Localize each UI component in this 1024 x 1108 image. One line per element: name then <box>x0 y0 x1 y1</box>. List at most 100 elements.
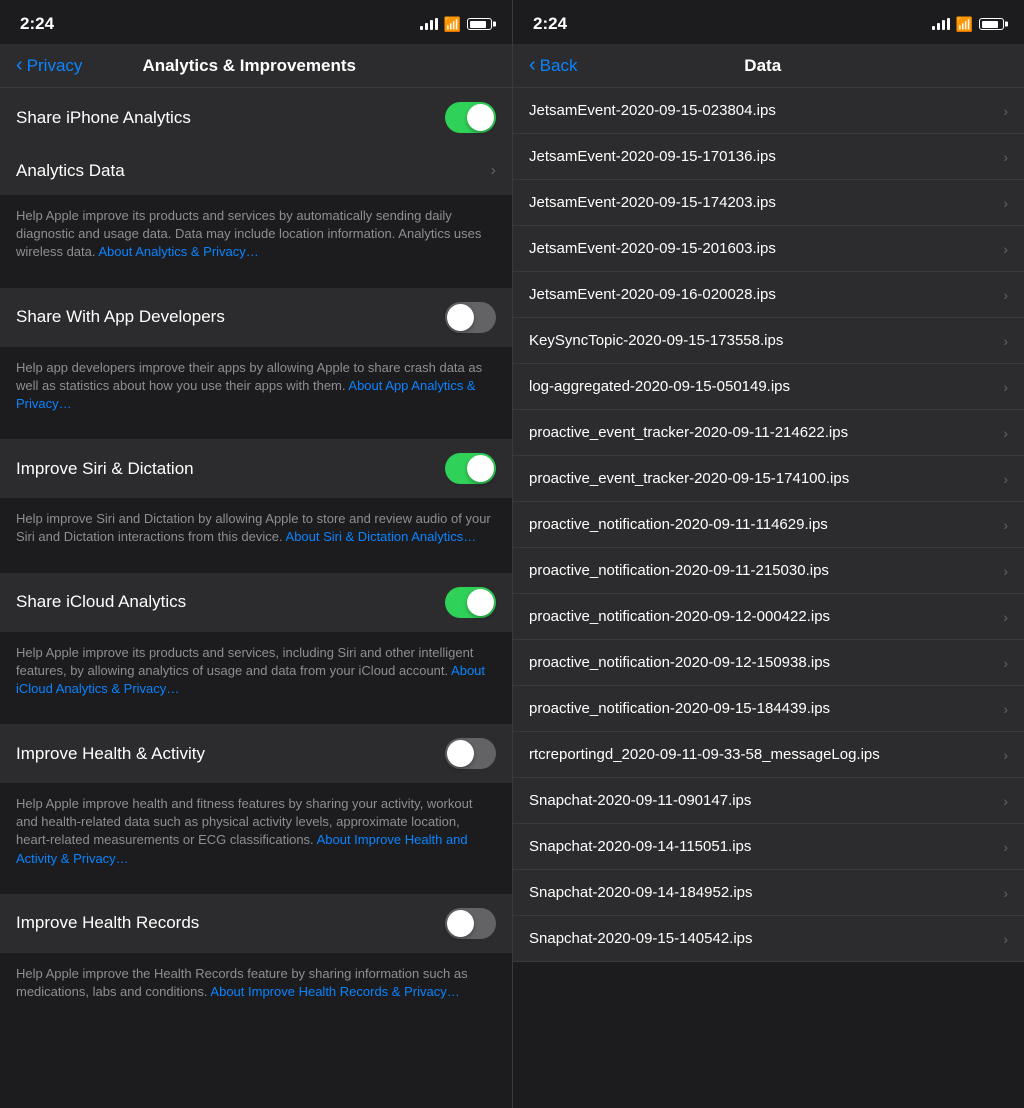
list-item[interactable]: JetsamEvent-2020-09-16-020028.ips› <box>513 272 1024 318</box>
improve-health-section: Improve Health & Activity <box>0 724 512 783</box>
list-item[interactable]: KeySyncTopic-2020-09-15-173558.ips › <box>513 318 1024 364</box>
improve-health-records-link[interactable]: About Improve Health Records & Privacy… <box>210 984 459 999</box>
data-item-chevron: › <box>1003 425 1008 441</box>
toggle-knob-3 <box>467 455 494 482</box>
share-icloud-row[interactable]: Share iCloud Analytics <box>0 573 512 632</box>
list-item[interactable]: JetsamEvent-2020-09-15-174203.ips › <box>513 180 1024 226</box>
list-item[interactable]: JetsamEvent-2020-09-15-170136.ips› <box>513 134 1024 180</box>
data-item-label: JetsamEvent-2020-09-15-174203.ips <box>529 194 995 211</box>
improve-health-records-toggle[interactable] <box>445 908 496 939</box>
list-item[interactable]: Snapchat-2020-09-11-090147.ips› <box>513 778 1024 824</box>
data-item-chevron: › <box>1003 471 1008 487</box>
share-icloud-label: Share iCloud Analytics <box>16 592 186 612</box>
analytics-description-block: Help Apple improve its products and serv… <box>0 195 512 278</box>
list-item[interactable]: Snapchat-2020-09-15-140542.ips › <box>513 916 1024 962</box>
list-item[interactable]: proactive_notification-2020-09-11-114629… <box>513 502 1024 548</box>
list-item[interactable]: proactive_notification-2020-09-12-150938… <box>513 640 1024 686</box>
battery-icon-left <box>467 18 492 30</box>
status-icons-left: 📶 <box>420 16 492 33</box>
data-item-label: proactive_notification-2020-09-11-114629… <box>529 516 995 533</box>
improve-health-description-text: Help Apple improve health and fitness fe… <box>16 796 472 866</box>
share-icloud-toggle[interactable] <box>445 587 496 618</box>
page-title-left: Analytics & Improvements <box>2 56 496 76</box>
share-developers-toggle[interactable] <box>445 302 496 333</box>
data-item-label: Snapchat-2020-09-11-090147.ips <box>529 792 995 809</box>
data-item-chevron: › <box>1003 103 1008 119</box>
improve-siri-description-text: Help improve Siri and Dictation by allow… <box>16 511 491 544</box>
improve-health-records-description-text: Help Apple improve the Health Records fe… <box>16 966 468 999</box>
share-developers-section: Share With App Developers <box>0 288 512 347</box>
improve-siri-description-block: Help improve Siri and Dictation by allow… <box>0 498 512 562</box>
list-item[interactable]: Snapchat-2020-09-14-184952.ips › <box>513 870 1024 916</box>
toggle-knob-5 <box>447 740 474 767</box>
data-item-label: JetsamEvent-2020-09-16-020028.ips <box>529 286 995 303</box>
separator-1 <box>0 278 512 288</box>
toggle-knob-2 <box>447 304 474 331</box>
status-bar-left: 2:24 📶 <box>0 0 512 44</box>
share-iphone-analytics-toggle[interactable] <box>445 102 496 133</box>
improve-siri-label: Improve Siri & Dictation <box>16 459 194 479</box>
data-item-label: proactive_notification-2020-09-12-000422… <box>529 608 995 625</box>
list-item[interactable]: proactive_event_tracker-2020-09-15-17410… <box>513 456 1024 502</box>
list-item[interactable]: JetsamEvent-2020-09-15-023804.ips› <box>513 88 1024 134</box>
share-iphone-analytics-row[interactable]: Share iPhone Analytics <box>0 88 512 147</box>
data-item-label: Snapchat-2020-09-14-115051.ips <box>529 838 995 855</box>
share-developers-row[interactable]: Share With App Developers <box>0 288 512 347</box>
page-title-right: Data <box>517 56 1008 76</box>
list-item[interactable]: proactive_notification-2020-09-11-215030… <box>513 548 1024 594</box>
nav-bar-left: ‹ Privacy Analytics & Improvements <box>0 44 512 88</box>
data-item-chevron: › <box>1003 839 1008 855</box>
data-item-label: JetsamEvent-2020-09-15-170136.ips <box>529 148 995 165</box>
data-item-chevron: › <box>1003 195 1008 211</box>
improve-health-row[interactable]: Improve Health & Activity <box>0 724 512 783</box>
toggle-knob-4 <box>467 589 494 616</box>
list-item[interactable]: JetsamEvent-2020-09-15-201603.ips› <box>513 226 1024 272</box>
data-item-chevron: › <box>1003 885 1008 901</box>
signal-icon-left <box>420 18 438 30</box>
signal-icon-right <box>932 18 950 30</box>
share-icloud-description-text: Help Apple improve its products and serv… <box>16 645 485 696</box>
data-item-label: Snapchat-2020-09-14-184952.ips <box>529 884 995 901</box>
share-iphone-analytics-section: Share iPhone Analytics <box>0 88 512 147</box>
share-developers-label: Share With App Developers <box>16 307 225 327</box>
analytics-link[interactable]: About Analytics & Privacy… <box>98 244 258 259</box>
improve-siri-row[interactable]: Improve Siri & Dictation <box>0 439 512 498</box>
right-panel: 2:24 📶 ‹ Back Data JetsamEvent-2020-09-1… <box>512 0 1024 1108</box>
improve-siri-section: Improve Siri & Dictation <box>0 439 512 498</box>
improve-health-records-section: Improve Health Records <box>0 894 512 953</box>
data-item-chevron: › <box>1003 333 1008 349</box>
list-item[interactable]: log-aggregated-2020-09-15-050149.ips› <box>513 364 1024 410</box>
wifi-icon-right: 📶 <box>956 16 973 33</box>
list-item[interactable]: Snapchat-2020-09-14-115051.ips › <box>513 824 1024 870</box>
wifi-icon-left: 📶 <box>444 16 461 33</box>
data-item-chevron: › <box>1003 563 1008 579</box>
share-icloud-section: Share iCloud Analytics <box>0 573 512 632</box>
data-item-label: proactive_event_tracker-2020-09-15-17410… <box>529 470 995 487</box>
improve-siri-toggle[interactable] <box>445 453 496 484</box>
data-item-label: Snapchat-2020-09-15-140542.ips <box>529 930 995 947</box>
left-panel: 2:24 📶 ‹ Privacy Analytics & Improvement… <box>0 0 512 1108</box>
analytics-data-row[interactable]: Analytics Data › <box>0 147 512 195</box>
data-item-chevron: › <box>1003 517 1008 533</box>
data-item-label: proactive_notification-2020-09-15-184439… <box>529 700 995 717</box>
list-item[interactable]: proactive_notification-2020-09-15-184439… <box>513 686 1024 732</box>
list-item[interactable]: proactive_event_tracker-2020-09-11-21462… <box>513 410 1024 456</box>
data-item-chevron: › <box>1003 931 1008 947</box>
improve-health-records-row[interactable]: Improve Health Records <box>0 894 512 953</box>
list-item[interactable]: rtcreportingd_2020-09-11-09-33-58_messag… <box>513 732 1024 778</box>
data-item-label: KeySyncTopic-2020-09-15-173558.ips <box>529 332 995 349</box>
data-item-chevron: › <box>1003 609 1008 625</box>
separator-4 <box>0 714 512 724</box>
analytics-description-text: Help Apple improve its products and serv… <box>16 208 481 259</box>
data-item-chevron: › <box>1003 655 1008 671</box>
time-right: 2:24 <box>533 14 567 34</box>
improve-health-toggle[interactable] <box>445 738 496 769</box>
separator-2 <box>0 429 512 439</box>
list-item[interactable]: proactive_notification-2020-09-12-000422… <box>513 594 1024 640</box>
data-item-chevron: › <box>1003 701 1008 717</box>
improve-health-description-block: Help Apple improve health and fitness fe… <box>0 783 512 884</box>
data-item-chevron: › <box>1003 241 1008 257</box>
time-left: 2:24 <box>20 14 54 34</box>
status-icons-right: 📶 <box>932 16 1004 33</box>
improve-siri-link[interactable]: About Siri & Dictation Analytics… <box>286 529 477 544</box>
